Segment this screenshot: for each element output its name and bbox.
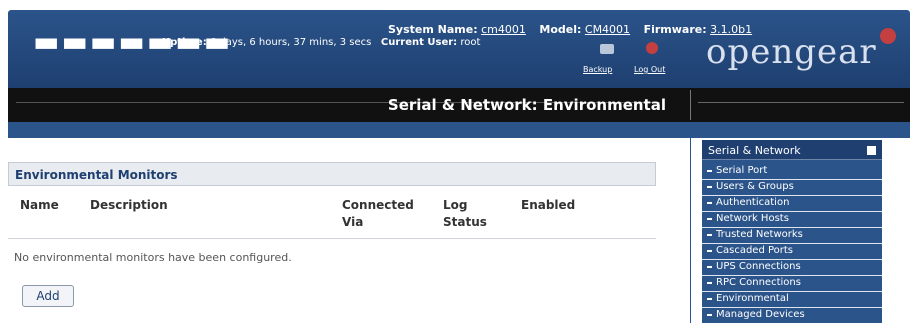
bullet-icon (707, 250, 712, 252)
empty-message: No environmental monitors have been conf… (14, 251, 292, 264)
title-divider (690, 90, 691, 120)
sidebar-item-network-hosts[interactable]: Network Hosts (702, 212, 882, 228)
bullet-icon (707, 234, 712, 236)
right-margin (890, 138, 910, 323)
sidebar-header[interactable]: Serial & Network (702, 140, 882, 160)
column-header-name: Name (20, 198, 59, 212)
table-header-rule (8, 238, 656, 239)
backup-icon[interactable] (600, 44, 614, 54)
header-bar: ▬▬▬▬▬▬▬ System Name: cm4001 Model: CM400… (8, 10, 910, 88)
sidebar-item-ups-connections[interactable]: UPS Connections (702, 260, 882, 276)
bullet-icon (707, 282, 712, 284)
bullet-icon (707, 298, 712, 300)
sidebar: Serial & Network Serial Port Users & Gro… (702, 140, 882, 323)
logout-icon[interactable] (646, 42, 658, 54)
panel-title: Environmental Monitors (15, 168, 178, 182)
column-header-description: Description (90, 198, 168, 212)
bullet-icon (707, 170, 712, 172)
brand-logo: opengear (706, 32, 877, 72)
logout-link[interactable]: Log Out (634, 65, 665, 74)
panel-header: Environmental Monitors (8, 162, 656, 186)
sidebar-item-serial-port[interactable]: Serial Port (702, 164, 882, 180)
system-name-link[interactable]: cm4001 (481, 23, 526, 36)
sidebar-divider (690, 122, 691, 323)
brand-dot-icon (880, 28, 896, 44)
bullet-icon (707, 218, 712, 220)
collapse-icon[interactable] (867, 146, 876, 155)
sidebar-title: Serial & Network (708, 144, 801, 157)
model-link[interactable]: CM4001 (585, 23, 630, 36)
sidebar-item-environmental[interactable]: Environmental (702, 292, 882, 308)
sidebar-item-rpc-connections[interactable]: RPC Connections (702, 276, 882, 292)
sidebar-item-cascaded-ports[interactable]: Cascaded Ports (702, 244, 882, 260)
column-header-log-status: Log Status (443, 198, 487, 229)
bullet-icon (707, 186, 712, 188)
backup-link[interactable]: Backup (583, 65, 612, 74)
bullet-icon (707, 202, 712, 204)
bullet-icon (707, 266, 712, 268)
sidebar-item-users-groups[interactable]: Users & Groups (702, 180, 882, 196)
sidebar-menu: Serial Port Users & Groups Authenticatio… (702, 164, 882, 323)
title-bar: Serial & Network: Environmental (8, 88, 910, 122)
sidebar-item-trusted-networks[interactable]: Trusted Networks (702, 228, 882, 244)
column-header-connected-via: Connected Via (342, 198, 414, 229)
sidebar-item-authentication[interactable]: Authentication (702, 196, 882, 212)
bullet-icon (707, 314, 712, 316)
add-button[interactable]: Add (22, 285, 74, 307)
column-header-enabled: Enabled (521, 198, 576, 212)
sub-bar (8, 122, 910, 138)
sidebar-item-managed-devices[interactable]: Managed Devices (702, 308, 882, 323)
uptime-info: Uptime: 6 days, 6 hours, 37 mins, 3 secs… (162, 37, 481, 48)
page-title: Serial & Network: Environmental (387, 96, 666, 114)
title-rule-right (698, 102, 904, 103)
